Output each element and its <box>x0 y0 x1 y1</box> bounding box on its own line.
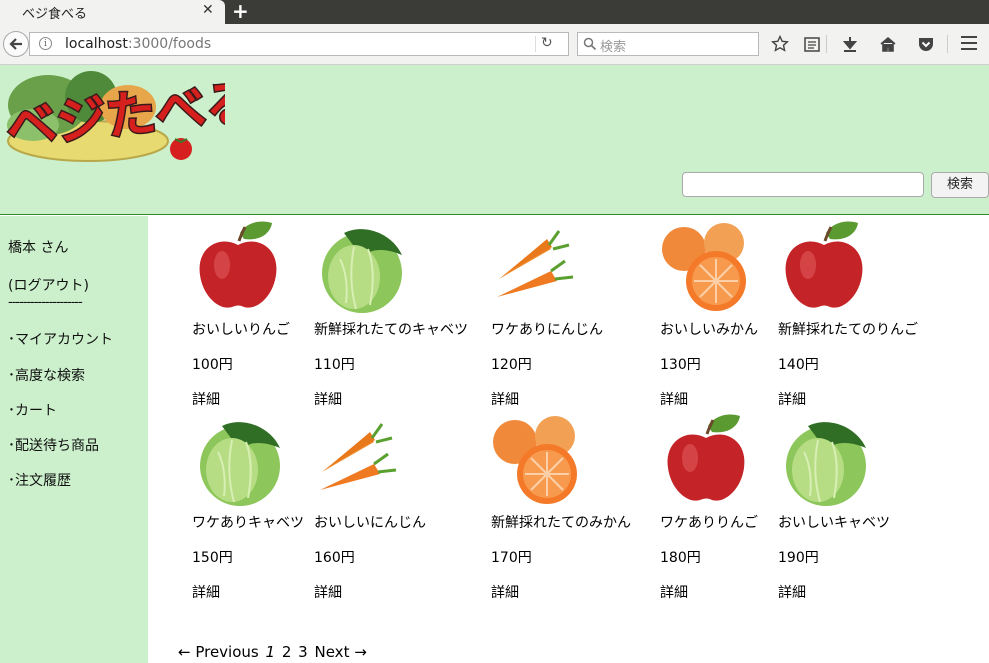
previous-link[interactable]: ← Previous <box>178 643 259 661</box>
sidebar-item-advanced-search[interactable]: ･高度な検索 <box>8 365 85 385</box>
reload-icon[interactable]: ↻ <box>541 35 553 51</box>
back-button[interactable] <box>3 31 29 57</box>
home-icon[interactable] <box>879 35 897 53</box>
product-detail-link[interactable]: 詳細 <box>314 389 342 409</box>
new-tab-icon[interactable]: + <box>232 0 249 23</box>
product-price: 180円 <box>660 550 701 566</box>
url-path: :3000/foods <box>127 36 212 52</box>
product-image-carrot[interactable] <box>491 219 587 315</box>
site-search-input[interactable] <box>682 172 924 197</box>
reading-list-icon[interactable] <box>803 35 821 53</box>
product-name: 新鮮採れたてのみかん <box>491 515 631 531</box>
sidebar-item-order-history[interactable]: ･注文履歴 <box>8 470 71 490</box>
product-detail-link[interactable]: 詳細 <box>660 389 688 409</box>
page-3-link[interactable]: 3 <box>298 643 308 661</box>
site-logo[interactable]: ベジたべる <box>3 67 225 167</box>
toolbar-separator <box>947 35 948 53</box>
nav-bar: i localhost:3000/foods ↻ 検索 <box>0 24 989 65</box>
product-image-cabbage[interactable] <box>778 412 874 508</box>
menu-icon[interactable] <box>961 36 977 54</box>
site-search-button[interactable]: 検索 <box>931 172 989 198</box>
search-placeholder: 検索 <box>600 40 627 55</box>
close-tab-icon[interactable]: ✕ <box>202 2 214 18</box>
product-price: 120円 <box>491 357 532 373</box>
product-detail-link[interactable]: 詳細 <box>778 582 806 602</box>
product-price: 140円 <box>778 357 819 373</box>
logout-link[interactable]: (ログアウト) <box>8 275 89 295</box>
sidebar-item-cart[interactable]: ･カート <box>8 400 57 420</box>
page-1-link: 1 <box>265 643 276 661</box>
product-name: おいしいりんご <box>192 322 290 338</box>
product-price: 110円 <box>314 357 355 373</box>
product-image-orange[interactable] <box>491 412 587 508</box>
product-detail-link[interactable]: 詳細 <box>660 582 688 602</box>
product-name: 新鮮採れたてのキャベツ <box>314 322 468 338</box>
browser-tab[interactable]: ベジ食べる ✕ <box>0 0 225 24</box>
info-icon[interactable]: i <box>39 37 52 50</box>
product-image-cabbage[interactable] <box>314 219 410 315</box>
search-icon <box>583 37 597 51</box>
product-name: おいしいにんじん <box>314 515 426 531</box>
product-name: 新鮮採れたてのりんご <box>778 322 918 338</box>
url-text: localhost:3000/foods <box>65 36 211 52</box>
toolbar-separator <box>826 35 827 53</box>
product-image-apple[interactable] <box>192 219 288 315</box>
url-bar[interactable]: i localhost:3000/foods ↻ <box>29 32 569 56</box>
product-price: 170円 <box>491 550 532 566</box>
product-image-orange[interactable] <box>660 219 756 315</box>
product-detail-link[interactable]: 詳細 <box>192 582 220 602</box>
product-name: ワケありキャベツ <box>192 515 304 531</box>
sidebar-item-my-account[interactable]: ･マイアカウント <box>8 329 113 349</box>
url-separator <box>535 36 536 52</box>
product-price: 160円 <box>314 550 355 566</box>
sidebar-item-pending-delivery[interactable]: ･配送待ち商品 <box>8 435 99 455</box>
page-2-link[interactable]: 2 <box>282 643 292 661</box>
product-detail-link[interactable]: 詳細 <box>314 582 342 602</box>
site-header: ベジたべる 検索 <box>0 65 989 215</box>
product-image-cabbage[interactable] <box>192 412 288 508</box>
product-name: ワケありりんご <box>660 515 758 531</box>
url-host: localhost <box>65 36 128 52</box>
product-name: ワケありにんじん <box>491 322 603 338</box>
product-price: 130円 <box>660 357 701 373</box>
product-name: おいしいみかん <box>660 322 758 338</box>
pagination: ← Previous 1 2 3 Next → <box>178 643 369 661</box>
pocket-icon[interactable] <box>917 35 935 53</box>
product-price: 150円 <box>192 550 233 566</box>
product-name: おいしいキャベツ <box>778 515 890 531</box>
download-icon[interactable] <box>841 35 859 53</box>
product-detail-link[interactable]: 詳細 <box>778 389 806 409</box>
next-link[interactable]: Next → <box>315 643 367 661</box>
product-detail-link[interactable]: 詳細 <box>491 582 519 602</box>
product-image-carrot[interactable] <box>314 412 410 508</box>
bookmark-star-icon[interactable] <box>771 35 789 53</box>
back-arrow-icon <box>9 38 22 50</box>
product-detail-link[interactable]: 詳細 <box>192 389 220 409</box>
product-price: 190円 <box>778 550 819 566</box>
tab-title: ベジ食べる <box>22 7 88 22</box>
product-detail-link[interactable]: 詳細 <box>491 389 519 409</box>
product-price: 100円 <box>192 357 233 373</box>
sidebar-divider: -------------------- <box>8 295 83 310</box>
product-image-apple[interactable] <box>778 219 874 315</box>
user-name: 橋本 さん <box>8 240 69 256</box>
tab-strip: ベジ食べる ✕ + <box>0 0 989 24</box>
product-image-apple[interactable] <box>660 412 756 508</box>
browser-search-bar[interactable]: 検索 <box>577 32 759 56</box>
